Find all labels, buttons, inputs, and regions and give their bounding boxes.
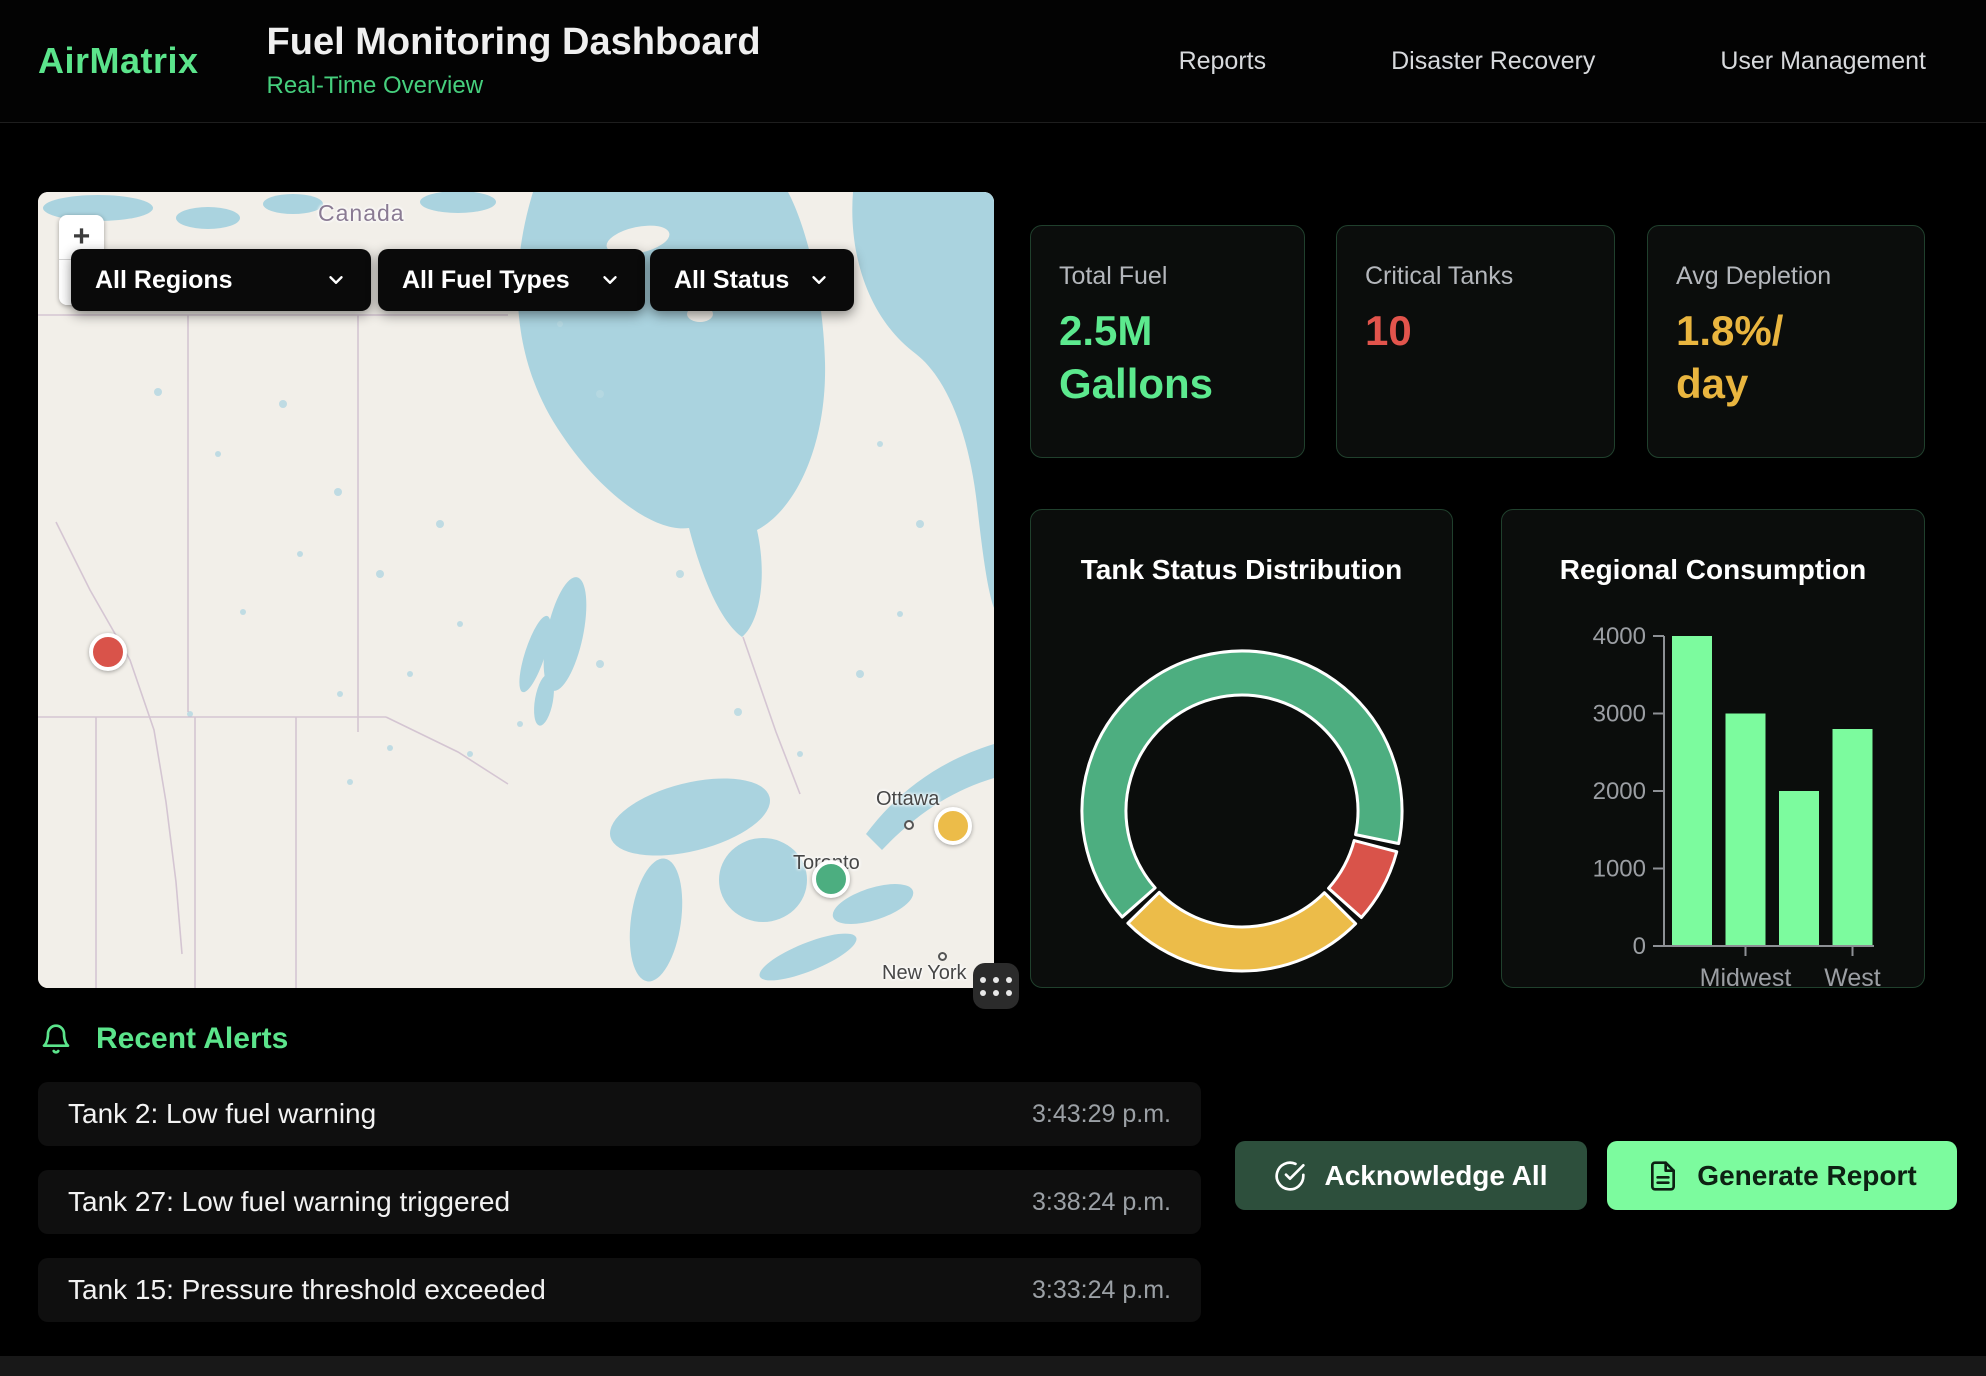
tank-marker-warning[interactable] (934, 807, 972, 845)
status-filter-select[interactable]: All Status (650, 249, 854, 311)
map-label-canada: Canada (318, 200, 405, 227)
page-subtitle: Real-Time Overview (267, 72, 761, 100)
stat-value: 2.5M Gallons (1059, 305, 1234, 410)
svg-text:West: West (1824, 964, 1881, 989)
acknowledge-all-label: Acknowledge All (1324, 1160, 1547, 1192)
svg-text:4000: 4000 (1593, 623, 1646, 650)
generate-report-label: Generate Report (1697, 1160, 1916, 1192)
stat-label: Total Fuel (1059, 262, 1276, 291)
map-label-new-york: New York (882, 962, 967, 985)
nav-reports[interactable]: Reports (1179, 47, 1267, 76)
nav-user-management[interactable]: User Management (1720, 47, 1926, 76)
brand-logo: AirMatrix (38, 40, 199, 82)
alert-timestamp: 3:38:24 p.m. (1032, 1188, 1171, 1217)
nav-disaster-recovery[interactable]: Disaster Recovery (1391, 47, 1595, 76)
page-bottom-strip (0, 1356, 1986, 1376)
tank-status-card: Tank Status Distribution (1030, 509, 1453, 988)
chevron-down-icon (599, 269, 621, 291)
fuel-map[interactable]: Canada Ottawa Toronto New York + − All R… (38, 192, 994, 988)
tank-marker-normal[interactable] (812, 860, 850, 898)
region-filter-select[interactable]: All Regions (71, 249, 371, 311)
file-text-icon (1647, 1160, 1679, 1192)
stat-card-total-fuel: Total Fuel 2.5M Gallons (1030, 225, 1305, 458)
svg-text:2000: 2000 (1593, 778, 1646, 805)
recent-alerts-title: Recent Alerts (96, 1022, 288, 1056)
chevron-down-icon (325, 269, 347, 291)
fuel-monitoring-dashboard: AirMatrix Fuel Monitoring Dashboard Real… (0, 0, 1986, 1376)
map-label-ottawa: Ottawa (876, 788, 939, 811)
svg-text:Midwest: Midwest (1700, 964, 1792, 989)
map-drag-handle[interactable] (973, 963, 1019, 1009)
stat-label: Critical Tanks (1365, 262, 1586, 291)
regional-consumption-card: Regional Consumption 01000200030004000Mi… (1501, 509, 1925, 988)
alert-row[interactable]: Tank 27: Low fuel warning triggered 3:38… (38, 1170, 1201, 1234)
stat-value: 1.8%/ day (1676, 305, 1851, 410)
svg-text:1000: 1000 (1593, 856, 1646, 883)
new-york-town-dot (938, 952, 947, 961)
page-title: Fuel Monitoring Dashboard (267, 22, 761, 64)
app-header: AirMatrix Fuel Monitoring Dashboard Real… (0, 0, 1986, 123)
main-nav: Reports Disaster Recovery User Managemen… (1179, 47, 1926, 76)
alert-row[interactable]: Tank 15: Pressure threshold exceeded 3:3… (38, 1258, 1201, 1322)
stat-value: 10 (1365, 305, 1540, 358)
svg-text:0: 0 (1633, 933, 1646, 960)
alert-text: Tank 27: Low fuel warning triggered (68, 1186, 510, 1218)
stat-label: Avg Depletion (1676, 262, 1896, 291)
regional-consumption-bar-chart: 0 1000 2000 3000 4000 Midwest West (1502, 510, 1926, 989)
bell-icon (40, 1022, 72, 1056)
acknowledge-all-button[interactable]: Acknowledge All (1235, 1141, 1587, 1210)
fuel-type-filter-value: All Fuel Types (402, 266, 570, 295)
fuel-type-filter-select[interactable]: All Fuel Types (378, 249, 645, 311)
check-circle-icon (1274, 1160, 1306, 1192)
region-filter-value: All Regions (95, 266, 233, 295)
stat-card-critical-tanks: Critical Tanks 10 (1336, 225, 1615, 458)
recent-alerts-header: Recent Alerts (40, 1022, 288, 1056)
alert-timestamp: 3:43:29 p.m. (1032, 1100, 1171, 1129)
tank-marker-critical[interactable] (89, 633, 127, 671)
stat-card-avg-depletion: Avg Depletion 1.8%/ day (1647, 225, 1925, 458)
title-block: Fuel Monitoring Dashboard Real-Time Over… (267, 22, 761, 100)
svg-text:3000: 3000 (1593, 701, 1646, 728)
alert-text: Tank 2: Low fuel warning (68, 1098, 376, 1130)
alert-row[interactable]: Tank 2: Low fuel warning 3:43:29 p.m. (38, 1082, 1201, 1146)
ottawa-town-dot (904, 820, 914, 830)
generate-report-button[interactable]: Generate Report (1607, 1141, 1957, 1210)
alert-timestamp: 3:33:24 p.m. (1032, 1276, 1171, 1305)
alert-text: Tank 15: Pressure threshold exceeded (68, 1274, 546, 1306)
chevron-down-icon (808, 269, 830, 291)
tank-status-donut-chart (1031, 510, 1454, 989)
status-filter-value: All Status (674, 266, 789, 295)
